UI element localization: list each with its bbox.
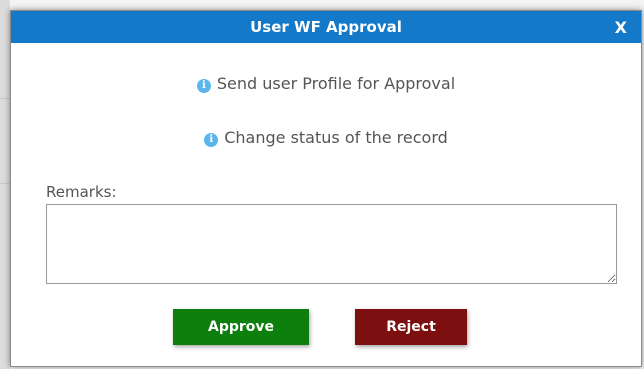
dialog-title: User WF Approval	[250, 18, 402, 36]
background-divider	[0, 98, 10, 99]
close-button[interactable]: X	[615, 18, 627, 37]
reject-button[interactable]: Reject	[355, 309, 467, 345]
page: User WF Approval X i Send user Profile fo…	[0, 0, 644, 369]
approval-dialog: User WF Approval X i Send user Profile fo…	[10, 10, 642, 367]
remarks-label: Remarks:	[46, 183, 117, 201]
approve-button[interactable]: Approve	[173, 309, 309, 345]
dialog-titlebar: User WF Approval X	[11, 11, 641, 43]
background-panel-edge	[0, 0, 10, 369]
remarks-input[interactable]	[46, 204, 617, 284]
background-divider	[0, 183, 10, 184]
info-message-text: Change status of the record	[224, 128, 448, 147]
info-icon: i	[196, 79, 211, 93]
info-message-send-approval: i Send user Profile for Approval	[11, 74, 641, 93]
info-message-text: Send user Profile for Approval	[216, 74, 456, 93]
info-message-change-status: i Change status of the record	[11, 128, 641, 147]
info-icon: i	[204, 133, 219, 147]
